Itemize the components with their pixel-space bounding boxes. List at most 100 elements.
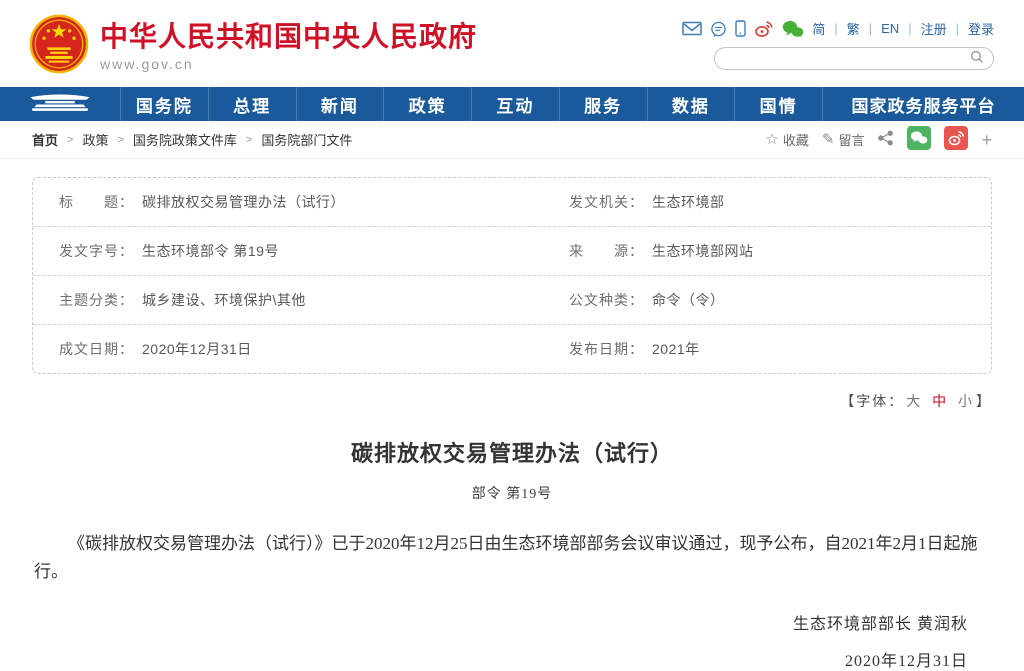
star-icon: ☆ [765,132,778,147]
field-source: 来 源： 生态环境部网站 [512,227,991,275]
field-value: 2020年12月31日 [142,339,252,359]
breadcrumb-item-policy[interactable]: 政策 [82,130,108,149]
field-doc-number: 发文字号： 生态环境部令 第19号 [33,227,512,275]
breadcrumb-separator: > [246,134,252,146]
field-issuing-agency: 发文机关： 生态环境部 [512,178,991,226]
article-body: 《碳排放权交易管理办法（试行）》已于2020年12月25日由生态环境部部务会议审… [34,530,990,586]
breadcrumb-separator: > [117,134,123,146]
field-label: 发文字号： [59,241,134,261]
doc-info-table: 标 题： 碳排放权交易管理办法（试行） 发文机关： 生态环境部 发文字号： 生态… [32,177,992,374]
brand-text: 中华人民共和国中央人民政府 www.gov.cn [100,21,477,72]
field-label: 标 题： [59,192,134,212]
favorite-label: 收藏 [783,130,809,149]
field-title: 标 题： 碳排放权交易管理办法（试行） [33,178,512,226]
nav-item-state-council[interactable]: 国务院 [120,87,208,121]
search-icon [970,50,984,67]
pencil-icon: ✎ [822,132,835,147]
wechat-icon[interactable] [782,20,804,38]
separator: | [834,21,837,36]
search-button[interactable] [970,50,984,67]
search-input[interactable] [724,50,970,67]
message-label: 留言 [838,130,864,149]
field-value: 命令（令） [652,290,725,310]
site-title: 中华人民共和国中央人民政府 [100,21,477,53]
plus-icon: + [981,131,992,149]
nav-item-news[interactable]: 新闻 [296,87,384,121]
comment-icon[interactable] [710,21,727,37]
page-tools: ☆ 收藏 ✎ 留言 [765,126,992,153]
field-value: 2021年 [652,339,700,359]
favorite-button[interactable]: ☆ 收藏 [765,130,808,149]
field-value: 生态环境部网站 [652,241,754,261]
field-label: 发布日期： [569,339,644,359]
weibo-share-button[interactable] [944,126,968,153]
nav-home-tiananmen[interactable] [0,87,120,121]
info-row: 标 题： 碳排放权交易管理办法（试行） 发文机关： 生态环境部 [33,178,991,227]
wechat-share-icon [907,126,931,153]
nav-item-services[interactable]: 服务 [559,87,647,121]
header-right: 简 | 繁 | EN | 注册 | 登录 [682,13,994,70]
font-selector-suffix: 】 [976,393,992,409]
field-publish-date: 发布日期： 2021年 [512,325,991,373]
article-date: 2020年12月31日 [56,647,968,671]
tiananmen-icon [27,90,93,118]
wechat-share-button[interactable] [907,126,931,153]
breadcrumb-item-home[interactable]: 首页 [32,130,58,149]
field-signing-date: 成文日期： 2020年12月31日 [33,325,512,373]
field-doc-type: 公文种类： 命令（令） [512,276,991,324]
article-title: 碳排放权交易管理办法（试行） [0,436,1024,468]
weibo-share-icon [944,126,968,153]
info-row: 主题分类： 城乡建设、环境保护\其他 公文种类： 命令（令） [33,276,991,325]
article-subtitle: 部令 第19号 [0,483,1024,503]
mail-icon[interactable] [682,21,702,36]
font-size-small-button[interactable]: 小 [958,393,974,409]
login-link[interactable]: 登录 [968,19,994,38]
share-icon [877,130,894,149]
field-value: 碳排放权交易管理办法（试行） [142,192,345,212]
mobile-icon[interactable] [735,20,746,37]
nav-item-interaction[interactable]: 互动 [471,87,559,121]
more-tools-button[interactable]: + [981,131,992,149]
field-label: 发文机关： [569,192,644,212]
utility-row: 简 | 繁 | EN | 注册 | 登录 [682,19,994,38]
article: 碳排放权交易管理办法（试行） 部令 第19号 《碳排放权交易管理办法（试行）》已… [0,436,1024,671]
register-link[interactable]: 注册 [921,19,947,38]
message-button[interactable]: ✎ 留言 [822,130,865,149]
lang-simplified-link[interactable]: 简 [812,19,825,38]
separator: | [908,21,911,36]
font-size-large-button[interactable]: 大 [906,393,922,409]
breadcrumb-separator: > [67,134,73,146]
nav-item-gov-service-platform[interactable]: 国家政务服务平台 [822,87,1024,121]
font-size-selector: 【字体：大 中 小】 [32,391,992,411]
site-url: www.gov.cn [100,56,477,72]
site-header: 中华人民共和国中央人民政府 www.gov.cn [0,0,1024,87]
nav-item-data[interactable]: 数据 [647,87,735,121]
field-label: 成文日期： [59,339,134,359]
breadcrumb-row: 首页 > 政策 > 国务院政策文件库 > 国务院部门文件 ☆ 收藏 ✎ 留言 [0,121,1024,159]
lang-traditional-link[interactable]: 繁 [847,19,860,38]
field-topic-category: 主题分类： 城乡建设、环境保护\其他 [33,276,512,324]
breadcrumb-item-policy-library[interactable]: 国务院政策文件库 [133,130,237,149]
nav-item-policies[interactable]: 政策 [383,87,471,121]
separator: | [956,21,959,36]
field-value: 生态环境部令 第19号 [142,241,279,261]
site-logo[interactable]: 中华人民共和国中央人民政府 www.gov.cn [28,13,477,80]
field-label: 主题分类： [59,290,134,310]
breadcrumb-item-department-documents[interactable]: 国务院部门文件 [261,130,352,149]
field-label: 来 源： [569,241,644,261]
field-label: 公文种类： [569,290,644,310]
share-button[interactable] [877,130,894,149]
article-signer: 生态环境部部长 黄润秋 [56,610,968,634]
national-emblem-icon [28,13,90,80]
nav-item-national-conditions[interactable]: 国情 [734,87,822,121]
info-row: 发文字号： 生态环境部令 第19号 来 源： 生态环境部网站 [33,227,991,276]
field-value: 生态环境部 [652,192,725,212]
lang-english-link[interactable]: EN [881,21,899,36]
font-size-medium-button[interactable]: 中 [932,393,948,409]
info-row: 成文日期： 2020年12月31日 发布日期： 2021年 [33,325,991,373]
font-selector-prefix: 【字体： [840,393,904,409]
main-nav: 国务院 总理 新闻 政策 互动 服务 数据 国情 国家政务服务平台 [0,87,1024,121]
separator: | [869,21,872,36]
weibo-icon[interactable] [754,20,774,38]
nav-item-premier[interactable]: 总理 [208,87,296,121]
